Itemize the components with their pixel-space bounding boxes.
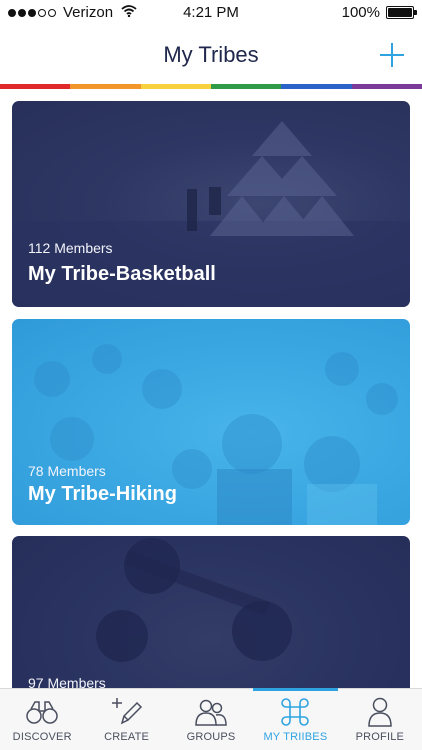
tribe-name: My Tribe-Basketball xyxy=(28,263,216,285)
rainbow-segment xyxy=(210,84,282,89)
tribe-name: My Tribe-Hiking xyxy=(28,483,177,505)
rainbow-segment xyxy=(70,84,141,89)
battery-tip xyxy=(414,10,417,15)
tab-label: PROFILE xyxy=(355,731,405,743)
people-icon xyxy=(194,697,228,727)
battery-icon xyxy=(386,6,417,19)
battery-fill xyxy=(388,8,412,17)
tab-create[interactable]: CREATE xyxy=(84,689,168,750)
tribe-member-count: 78 Members xyxy=(28,463,106,479)
tribe-member-count: 112 Members xyxy=(28,240,113,256)
tab-bar: DISCOVER CREATE GROUPS MY TRIIBES PROFIL… xyxy=(0,688,422,750)
status-right: 100% xyxy=(341,4,417,21)
rainbow-segment xyxy=(281,84,352,89)
person-icon xyxy=(367,697,393,727)
tab-discover[interactable]: DISCOVER xyxy=(0,689,84,750)
page-title: My Tribes xyxy=(163,42,259,67)
command-knot-icon xyxy=(280,697,310,727)
tab-groups[interactable]: GROUPS xyxy=(169,689,253,750)
tab-label: MY TRIIBES xyxy=(263,731,328,743)
status-bar: Verizon 4:21 PM 100% xyxy=(0,0,422,26)
tab-label: CREATE xyxy=(104,731,150,743)
rainbow-divider xyxy=(0,84,422,89)
tab-label: DISCOVER xyxy=(12,731,72,743)
pencil-plus-icon xyxy=(111,697,143,727)
tribe-card[interactable]: 112 Members My Tribe-Basketball xyxy=(12,101,410,307)
tab-profile[interactable]: PROFILE xyxy=(338,689,422,750)
rainbow-segment xyxy=(351,84,422,89)
tab-my-tribes[interactable]: MY TRIIBES xyxy=(253,688,339,750)
rainbow-segment xyxy=(0,84,71,89)
add-tribe-button[interactable] xyxy=(380,43,404,67)
tab-label: GROUPS xyxy=(186,731,236,743)
rainbow-segment xyxy=(140,84,211,89)
nav-bar: My Tribes xyxy=(0,26,422,84)
battery-percent: 100% xyxy=(341,4,380,21)
tribe-card[interactable]: 78 Members My Tribe-Hiking xyxy=(12,319,410,525)
binoculars-icon xyxy=(25,697,59,727)
